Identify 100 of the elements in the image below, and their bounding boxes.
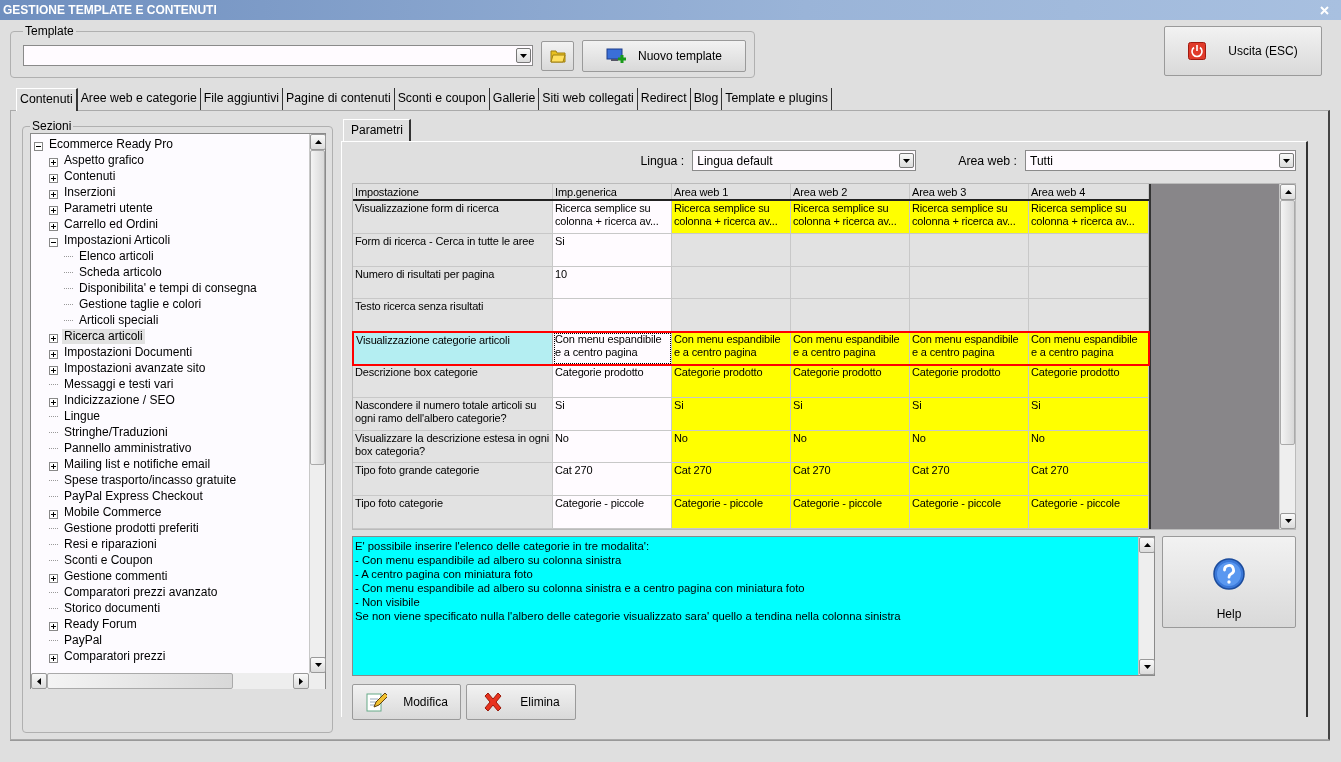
tree-item[interactable]: Messaggi e testi vari	[62, 376, 176, 392]
field-label: Lingua :	[640, 153, 685, 168]
new-template-button[interactable]: Nuovo template	[582, 39, 746, 72]
table-cell: Form di ricerca - Cerca in tutte le aree	[353, 233, 553, 267]
dropdown-value: Tutti	[1030, 153, 1053, 168]
tree-item[interactable]: Gestione taglie e colori	[77, 296, 204, 312]
scroll-down-button[interactable]	[1280, 513, 1296, 529]
tree-item[interactable]: Sconti e Coupon	[62, 552, 155, 568]
scrollbar-thumb[interactable]	[1280, 200, 1295, 445]
tree-item[interactable]: Comparatori prezzi avanzato	[62, 584, 220, 600]
language-dropdown[interactable]: Lingua default	[692, 150, 917, 171]
delete-button[interactable]: Elimina	[466, 684, 576, 720]
collapse-icon[interactable]	[34, 139, 43, 149]
selected-row-outline[interactable]	[353, 332, 1149, 365]
scroll-left-button[interactable]	[31, 673, 47, 689]
scroll-down-button[interactable]	[310, 657, 326, 673]
tree-item[interactable]: Stringhe/Traduzioni	[62, 424, 170, 440]
tab[interactable]: Pagine di contenuti	[283, 88, 395, 110]
tab[interactable]: Template e plugins	[722, 88, 832, 110]
column-header[interactable]: Area web 3	[910, 184, 1029, 199]
column-header[interactable]: Area web 2	[791, 184, 910, 199]
column-header[interactable]: Impostazione	[353, 184, 553, 199]
expand-icon[interactable]	[49, 219, 58, 229]
collapse-icon[interactable]	[49, 235, 58, 245]
tree-item[interactable]: Mobile Commerce	[62, 504, 164, 520]
expand-icon[interactable]	[49, 331, 58, 341]
tree-item[interactable]: Carrello ed Ordini	[62, 216, 161, 232]
dropdown-arrow-icon	[1284, 519, 1292, 523]
template-dropdown[interactable]	[23, 45, 533, 66]
tree-item[interactable]: Lingue	[62, 408, 103, 424]
tab[interactable]: Gallerie	[489, 88, 540, 110]
help-button[interactable]: Help	[1162, 536, 1296, 628]
tree-item[interactable]: Impostazioni Documenti	[62, 344, 195, 360]
tree-item[interactable]: Articoli speciali	[77, 312, 161, 328]
tree-item[interactable]: Elenco articoli	[77, 248, 156, 264]
tree-item[interactable]: Inserzioni	[62, 184, 118, 200]
tree-item[interactable]: Storico documenti	[62, 600, 163, 616]
tree-item[interactable]: Spese trasporto/incasso gratuite	[62, 472, 239, 488]
dropdown-value: Lingua default	[697, 153, 773, 168]
scroll-up-button[interactable]	[1139, 537, 1155, 553]
tree-item[interactable]: Aspetto grafico	[62, 152, 147, 168]
tab[interactable]: Contenuti	[16, 88, 78, 111]
description-text: E' possibile inserire l'elenco delle categorie in tre modalita': - Con menu espandibile ad albero su colonna sinistra - A centro pagina con miniatura foto - Con menu espandibile ad albero su colonna sinistra e a centro pagina con miniatura foto - Non visibile Se non viene specificato nulla l'albero delle categorie visualizzato sara' quello a tendina nella colonna sinistra	[354, 539, 902, 624]
horizontal-scrollbar[interactable]	[31, 673, 309, 689]
exit-button[interactable]: Uscita (ESC)	[1164, 26, 1322, 76]
scrollbar-thumb[interactable]	[310, 150, 325, 466]
tree-item[interactable]: Impostazioni avanzate sito	[62, 360, 208, 376]
tree-item[interactable]: Ecommerce Ready Pro	[47, 136, 176, 152]
tab[interactable]: Siti web collegati	[539, 88, 638, 110]
vertical-scrollbar[interactable]	[1279, 184, 1295, 529]
expand-icon[interactable]	[49, 155, 58, 165]
tree-item[interactable]: Gestione prodotti preferiti	[62, 520, 201, 536]
expand-icon[interactable]	[49, 171, 58, 181]
tree-item[interactable]: Resi e riparazioni	[62, 536, 159, 552]
expand-icon[interactable]	[49, 459, 58, 469]
column-header[interactable]: Imp.generica	[553, 184, 672, 199]
dropdown-arrow-icon	[1283, 158, 1290, 163]
tree-item[interactable]: Ready Forum	[62, 616, 139, 632]
scroll-right-button[interactable]	[293, 673, 309, 689]
expand-icon[interactable]	[49, 507, 58, 517]
expand-icon[interactable]	[49, 395, 58, 405]
tab[interactable]: Redirect	[637, 88, 691, 110]
expand-icon[interactable]	[49, 651, 58, 661]
tree-item[interactable]: PayPal Express Checkout	[62, 488, 205, 504]
vertical-scrollbar[interactable]	[1138, 537, 1154, 675]
column-header[interactable]: Area web 4	[1029, 184, 1149, 199]
scrollbar-thumb[interactable]	[47, 673, 233, 689]
group-label: Template	[24, 24, 75, 38]
tree-item[interactable]: Ricerca articoli	[62, 328, 145, 344]
vertical-scrollbar[interactable]	[309, 134, 325, 673]
table-cell: Categorie - piccole	[672, 496, 791, 529]
open-folder-button[interactable]	[541, 40, 574, 71]
tree-item[interactable]: Pannello amministrativo	[62, 440, 194, 456]
tree-item[interactable]: Contenuti	[62, 168, 118, 184]
scroll-up-button[interactable]	[310, 134, 326, 150]
column-header[interactable]: Area web 1	[672, 184, 791, 199]
tree-item[interactable]: Parametri utente	[62, 200, 155, 216]
expand-icon[interactable]	[49, 187, 58, 197]
tree-item[interactable]: Impostazioni Articoli	[62, 232, 173, 248]
tree-item[interactable]: Gestione commenti	[62, 568, 170, 584]
tree-item[interactable]: Indicizzazione / SEO	[62, 392, 177, 408]
tab[interactable]: File aggiuntivi	[200, 88, 284, 110]
expand-icon[interactable]	[49, 203, 58, 213]
expand-icon[interactable]	[49, 347, 58, 357]
tab[interactable]: Blog	[690, 88, 723, 110]
scroll-down-button[interactable]	[1139, 659, 1155, 675]
expand-icon[interactable]	[49, 571, 58, 581]
tree-item[interactable]: Disponibilita' e tempi di consegna	[77, 280, 259, 296]
tab[interactable]: Sconti e coupon	[394, 88, 490, 110]
tree-item[interactable]: PayPal	[62, 632, 105, 648]
tree-item[interactable]: Comparatori prezzi	[62, 648, 168, 664]
expand-icon[interactable]	[49, 363, 58, 373]
tree-item[interactable]: Scheda articolo	[77, 264, 164, 280]
scroll-up-button[interactable]	[1280, 184, 1296, 200]
tab[interactable]: Aree web e categorie	[77, 88, 201, 110]
tab[interactable]: Parametri	[343, 119, 411, 141]
edit-button[interactable]: Modifica	[352, 684, 461, 720]
web-area-dropdown[interactable]: Tutti	[1025, 150, 1296, 171]
tree-item[interactable]: Mailing list e notifiche email	[62, 456, 213, 472]
expand-icon[interactable]	[49, 619, 58, 629]
